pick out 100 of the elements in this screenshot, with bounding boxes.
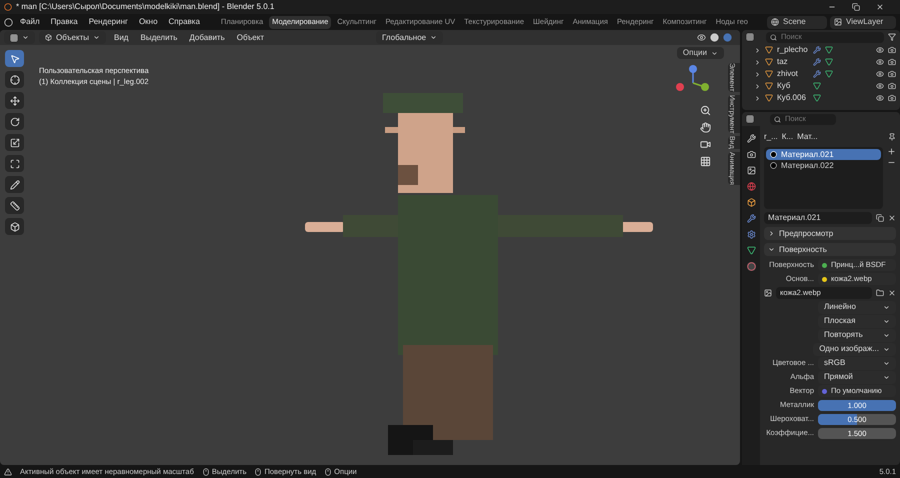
visibility-icon[interactable] bbox=[876, 46, 884, 54]
camera-icon[interactable] bbox=[700, 139, 711, 150]
tool-icon[interactable] bbox=[746, 134, 756, 143]
options-dropdown[interactable]: Опции bbox=[676, 47, 724, 59]
menu-item[interactable]: Объект bbox=[232, 32, 268, 44]
zoom-icon[interactable] bbox=[700, 105, 711, 116]
editor-icon[interactable] bbox=[746, 115, 754, 123]
menu-item[interactable]: Выделить bbox=[136, 32, 182, 44]
chevron-down-icon bbox=[93, 34, 100, 41]
render-icon[interactable] bbox=[888, 94, 896, 102]
duplicate-icon[interactable] bbox=[876, 214, 884, 222]
material-name-field[interactable]: Материал.021 bbox=[764, 212, 872, 224]
property-dropdown[interactable]: Одно изображ... bbox=[813, 342, 896, 356]
add-icon[interactable] bbox=[887, 147, 896, 156]
panel-title: Поверхность bbox=[779, 244, 827, 256]
visibility-icon[interactable] bbox=[876, 70, 884, 78]
output-icon[interactable] bbox=[746, 166, 756, 175]
mesh-data-icon[interactable] bbox=[746, 246, 756, 255]
property-dropdown[interactable]: Прямой bbox=[818, 370, 896, 384]
move-icon[interactable] bbox=[5, 92, 24, 109]
object-icon[interactable] bbox=[746, 198, 756, 207]
scale-icon[interactable] bbox=[5, 134, 24, 151]
warning-icon bbox=[4, 468, 12, 476]
property-dropdown[interactable]: Плоская bbox=[818, 314, 896, 328]
window-title: * man [C:\Users\Сырол\Documents\modelkiki\man.blend] - Blender 5.0.1 bbox=[16, 1, 274, 13]
shading-material-icon[interactable] bbox=[723, 33, 732, 42]
restore-icon[interactable] bbox=[852, 3, 860, 11]
breadcrumb[interactable]: Мат... bbox=[797, 131, 818, 143]
mouse-icon bbox=[202, 468, 210, 476]
chevron-down-icon bbox=[22, 34, 29, 41]
image-icon[interactable] bbox=[764, 289, 772, 297]
search-icon bbox=[774, 116, 781, 122]
wrench-icon bbox=[813, 70, 821, 78]
panel-header[interactable]: Поверхность bbox=[764, 243, 896, 256]
panel-header[interactable]: Предпросмотр bbox=[764, 227, 896, 240]
close-icon[interactable] bbox=[888, 214, 896, 222]
visibility-icon[interactable] bbox=[876, 58, 884, 66]
close-icon[interactable] bbox=[876, 3, 884, 11]
editor-type-dropdown[interactable] bbox=[4, 31, 35, 44]
cube-icon[interactable] bbox=[5, 218, 24, 235]
orientation-dropdown[interactable]: Глобальное bbox=[376, 31, 444, 44]
rotate-icon[interactable] bbox=[5, 113, 24, 130]
crosshair-icon[interactable] bbox=[5, 71, 24, 88]
view-layer-selector[interactable]: ViewLayer bbox=[830, 16, 896, 28]
property-dropdown[interactable]: Линейно bbox=[818, 300, 896, 314]
material-icon[interactable] bbox=[746, 262, 756, 271]
hand-icon[interactable] bbox=[700, 122, 711, 133]
ruler-icon[interactable] bbox=[5, 197, 24, 214]
outliner-row[interactable]: zhivot bbox=[742, 68, 900, 80]
pencil-icon[interactable] bbox=[5, 176, 24, 193]
modifier-icon[interactable] bbox=[746, 214, 756, 223]
object-name: Куб.006 bbox=[777, 92, 807, 104]
search-icon bbox=[770, 34, 777, 40]
render-icon[interactable] bbox=[746, 150, 756, 159]
render-icon[interactable] bbox=[888, 82, 896, 90]
transform-icon[interactable] bbox=[5, 155, 24, 172]
breadcrumb[interactable]: К... bbox=[782, 131, 794, 143]
pin-icon[interactable] bbox=[888, 133, 896, 141]
list-icon[interactable] bbox=[746, 33, 754, 41]
render-icon[interactable] bbox=[888, 58, 896, 66]
chevron-down-icon bbox=[711, 50, 718, 56]
outliner-row[interactable]: Куб bbox=[742, 80, 900, 92]
property-dropdown[interactable]: sRGB bbox=[818, 356, 896, 370]
close-icon[interactable] bbox=[888, 289, 896, 297]
visibility-icon[interactable] bbox=[876, 82, 884, 90]
grid-icon bbox=[10, 34, 18, 42]
menu-item[interactable]: Файл bbox=[16, 16, 44, 28]
menu-item[interactable]: Правка bbox=[46, 16, 82, 28]
material-slot[interactable]: Материал.021 bbox=[766, 149, 881, 160]
menu-item[interactable]: Вид bbox=[110, 32, 132, 44]
menu-item[interactable]: Справка bbox=[164, 16, 204, 28]
filter-icon[interactable] bbox=[888, 33, 896, 41]
menu-item[interactable]: Рендеринг bbox=[84, 16, 132, 28]
breadcrumb[interactable]: r_... bbox=[764, 131, 778, 143]
shading-solid-icon[interactable] bbox=[710, 33, 719, 42]
physics-icon[interactable] bbox=[746, 230, 756, 239]
outliner-row[interactable]: taz bbox=[742, 56, 900, 68]
outliner-row[interactable]: r_plecho bbox=[742, 44, 900, 56]
scene-icon bbox=[771, 18, 779, 26]
chevron-down-icon bbox=[768, 246, 775, 253]
outliner-row[interactable]: Куб.006 bbox=[742, 92, 900, 104]
menu-item[interactable]: Окно bbox=[134, 16, 162, 28]
material-slot[interactable]: Материал.022 bbox=[766, 160, 881, 171]
world-icon[interactable] bbox=[746, 182, 756, 191]
wrench-icon bbox=[813, 58, 821, 66]
grid-icon[interactable] bbox=[700, 156, 711, 167]
visibility-icon[interactable] bbox=[697, 33, 706, 42]
select-tool-icon[interactable] bbox=[5, 50, 24, 67]
object-name: Куб bbox=[777, 80, 792, 92]
render-icon[interactable] bbox=[888, 70, 896, 78]
panel-title: Предпросмотр bbox=[779, 228, 834, 240]
menu-item[interactable]: Добавить bbox=[185, 32, 229, 44]
render-icon[interactable] bbox=[888, 46, 896, 54]
scene-selector[interactable]: Scene bbox=[767, 16, 827, 28]
visibility-icon[interactable] bbox=[876, 94, 884, 102]
folder-icon[interactable] bbox=[876, 289, 884, 297]
mode-dropdown[interactable]: Объекты bbox=[39, 31, 106, 44]
wrench-icon bbox=[813, 46, 821, 54]
cube-icon bbox=[45, 34, 52, 41]
property-dropdown[interactable]: Повторять bbox=[818, 328, 896, 342]
